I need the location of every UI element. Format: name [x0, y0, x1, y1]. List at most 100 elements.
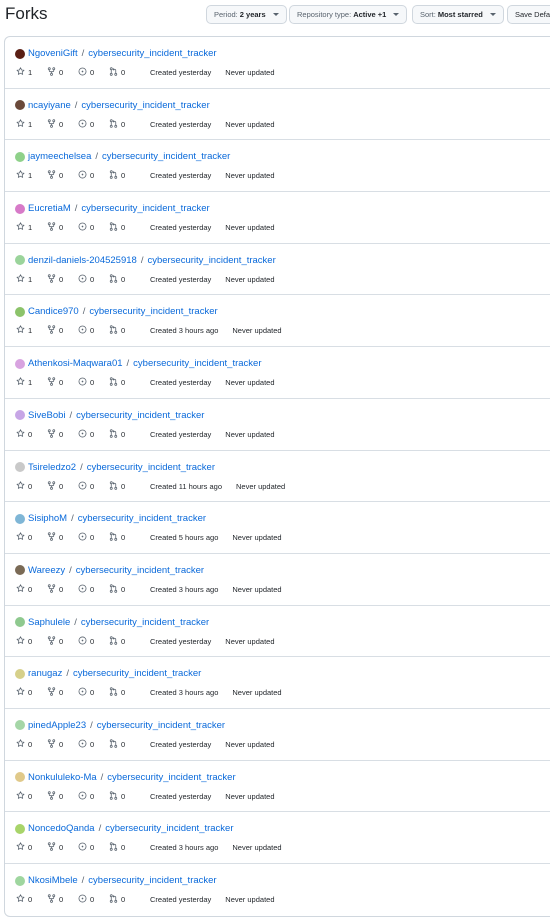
created-time: Created 3 hours ago — [150, 326, 219, 336]
updated-time: Never updated — [232, 533, 282, 543]
owner-link[interactable]: jaymeechelsea — [28, 151, 91, 162]
fork-title: Tsireledzo2 / cybersecurity_incident_tra… — [15, 462, 215, 473]
avatar[interactable] — [15, 875, 25, 886]
avatar[interactable] — [15, 48, 25, 59]
pull-requests-stat: 0 — [109, 222, 140, 233]
avatar[interactable] — [15, 720, 25, 731]
owner-link[interactable]: NgoveniGift — [28, 48, 78, 59]
repo-link[interactable]: cybersecurity_incident_tracker — [73, 668, 201, 679]
repo-link[interactable]: cybersecurity_incident_tracker — [76, 565, 204, 576]
fork-row: Wareezy / cybersecurity_incident_tracker… — [5, 554, 550, 606]
avatar[interactable] — [15, 306, 25, 317]
repo-link[interactable]: cybersecurity_incident_tracker — [105, 823, 233, 834]
stars-count: 0 — [28, 688, 33, 698]
avatar[interactable] — [15, 255, 25, 266]
pull-requests-stat: 0 — [109, 635, 140, 647]
stars-stat: 0 — [16, 480, 47, 492]
issues-stat: 0 — [78, 222, 109, 233]
pull-requests-stat: 0 — [109, 377, 140, 388]
repo-link[interactable]: cybersecurity_incident_tracker — [147, 255, 275, 266]
avatar[interactable] — [15, 565, 25, 576]
pull-requests-count: 0 — [121, 895, 126, 904]
pull-request-icon — [109, 842, 121, 853]
fork-icon — [47, 739, 59, 750]
fork-title: pinedApple23 / cybersecurity_incident_tr… — [15, 720, 225, 731]
repo-link[interactable]: cybersecurity_incident_tracker — [133, 358, 261, 369]
repo-link[interactable]: cybersecurity_incident_tracker — [87, 462, 215, 473]
updated-time: Never updated — [232, 326, 282, 336]
issues-stat: 0 — [78, 377, 109, 388]
owner-link[interactable]: SisiphoM — [28, 513, 67, 524]
forks-stat: 0 — [47, 894, 78, 905]
stars-count: 0 — [28, 533, 33, 543]
created-time: Created 3 hours ago — [150, 688, 219, 698]
owner-link[interactable]: denzil-daniels-204525918 — [28, 255, 137, 266]
avatar[interactable] — [15, 617, 25, 628]
issues-count: 0 — [90, 223, 95, 233]
forks-stat: 0 — [47, 67, 78, 78]
owner-link[interactable]: EucretiaM — [28, 203, 71, 214]
stars-stat: 0 — [16, 584, 47, 595]
avatar[interactable] — [15, 100, 25, 111]
owner-link[interactable]: NoncedoQanda — [28, 823, 95, 834]
chevron-down-icon — [489, 13, 496, 16]
stars-stat: 1 — [16, 325, 47, 336]
avatar[interactable] — [15, 358, 25, 369]
stars-count: 1 — [28, 378, 33, 388]
path-separator: / — [95, 151, 99, 163]
avatar[interactable] — [15, 410, 25, 421]
stars-count: 1 — [28, 68, 33, 77]
owner-link[interactable]: pinedApple23 — [28, 720, 86, 731]
save-defaults-button[interactable]: Save Defau — [507, 5, 550, 24]
star-icon — [16, 532, 28, 543]
pull-request-icon — [109, 325, 121, 336]
owner-link[interactable]: Tsireledzo2 — [28, 462, 76, 473]
pull-requests-count: 0 — [121, 223, 126, 233]
repo-link[interactable]: cybersecurity_incident_tracker — [102, 151, 230, 162]
avatar[interactable] — [15, 513, 25, 524]
repo-link[interactable]: cybersecurity_incident_tracker — [97, 720, 225, 731]
owner-link[interactable]: ranugaz — [28, 668, 62, 679]
pull-requests-count: 0 — [121, 119, 126, 129]
owner-link[interactable]: NkosiMbele — [28, 875, 78, 886]
avatar[interactable] — [15, 668, 25, 679]
created-time: Created yesterday — [150, 223, 212, 233]
repository-type-filter-button[interactable]: Repository type: Active +1 — [289, 5, 408, 24]
owner-link[interactable]: Athenkosi-Maqwara01 — [28, 358, 123, 369]
avatar[interactable] — [15, 462, 25, 472]
issue-icon — [78, 377, 90, 388]
created-time: Created 5 hours ago — [150, 533, 219, 543]
owner-link[interactable]: ncayiyane — [28, 100, 71, 111]
fork-row: denzil-daniels-204525918 / cybersecurity… — [5, 244, 550, 296]
repo-link[interactable]: cybersecurity_incident_tracker — [81, 100, 209, 111]
forks-count: 0 — [59, 68, 64, 77]
owner-link[interactable]: SiveBobi — [28, 410, 66, 421]
owner-link[interactable]: Saphulele — [28, 617, 70, 628]
fork-icon — [47, 325, 59, 336]
avatar[interactable] — [15, 823, 25, 834]
repo-link[interactable]: cybersecurity_incident_tracker — [81, 617, 209, 628]
period-filter-button[interactable]: Period: 2 years — [206, 5, 287, 24]
fork-stats: 0 0 0 0 Created 11 hours ago Never updat… — [16, 480, 285, 492]
created-time: Created 11 hours ago — [150, 481, 222, 491]
sort-button[interactable]: Sort: Most starred — [412, 5, 504, 24]
avatar[interactable] — [15, 772, 25, 783]
avatar[interactable] — [15, 203, 25, 214]
repo-link[interactable]: cybersecurity_incident_tracker — [78, 513, 206, 524]
owner-link[interactable]: Candice970 — [28, 306, 79, 317]
owner-link[interactable]: Wareezy — [28, 565, 65, 576]
fork-row: EucretiaM / cybersecurity_incident_track… — [5, 192, 550, 244]
owner-link[interactable]: Nonkululeko-Ma — [28, 772, 97, 783]
forks-stat: 0 — [47, 274, 78, 285]
repo-link[interactable]: cybersecurity_incident_tracker — [81, 203, 209, 214]
repo-link[interactable]: cybersecurity_incident_tracker — [107, 772, 235, 783]
pull-requests-count: 0 — [121, 739, 126, 749]
stars-count: 1 — [28, 326, 33, 336]
repo-link[interactable]: cybersecurity_incident_tracker — [88, 48, 216, 59]
repo-link[interactable]: cybersecurity_incident_tracker — [89, 306, 217, 317]
avatar[interactable] — [15, 151, 25, 162]
repo-link[interactable]: cybersecurity_incident_tracker — [76, 410, 204, 421]
repo-link[interactable]: cybersecurity_incident_tracker — [88, 875, 216, 886]
fork-stats: 0 0 0 0 Created 3 hours ago Never update… — [16, 687, 282, 698]
issues-count: 0 — [90, 688, 95, 698]
